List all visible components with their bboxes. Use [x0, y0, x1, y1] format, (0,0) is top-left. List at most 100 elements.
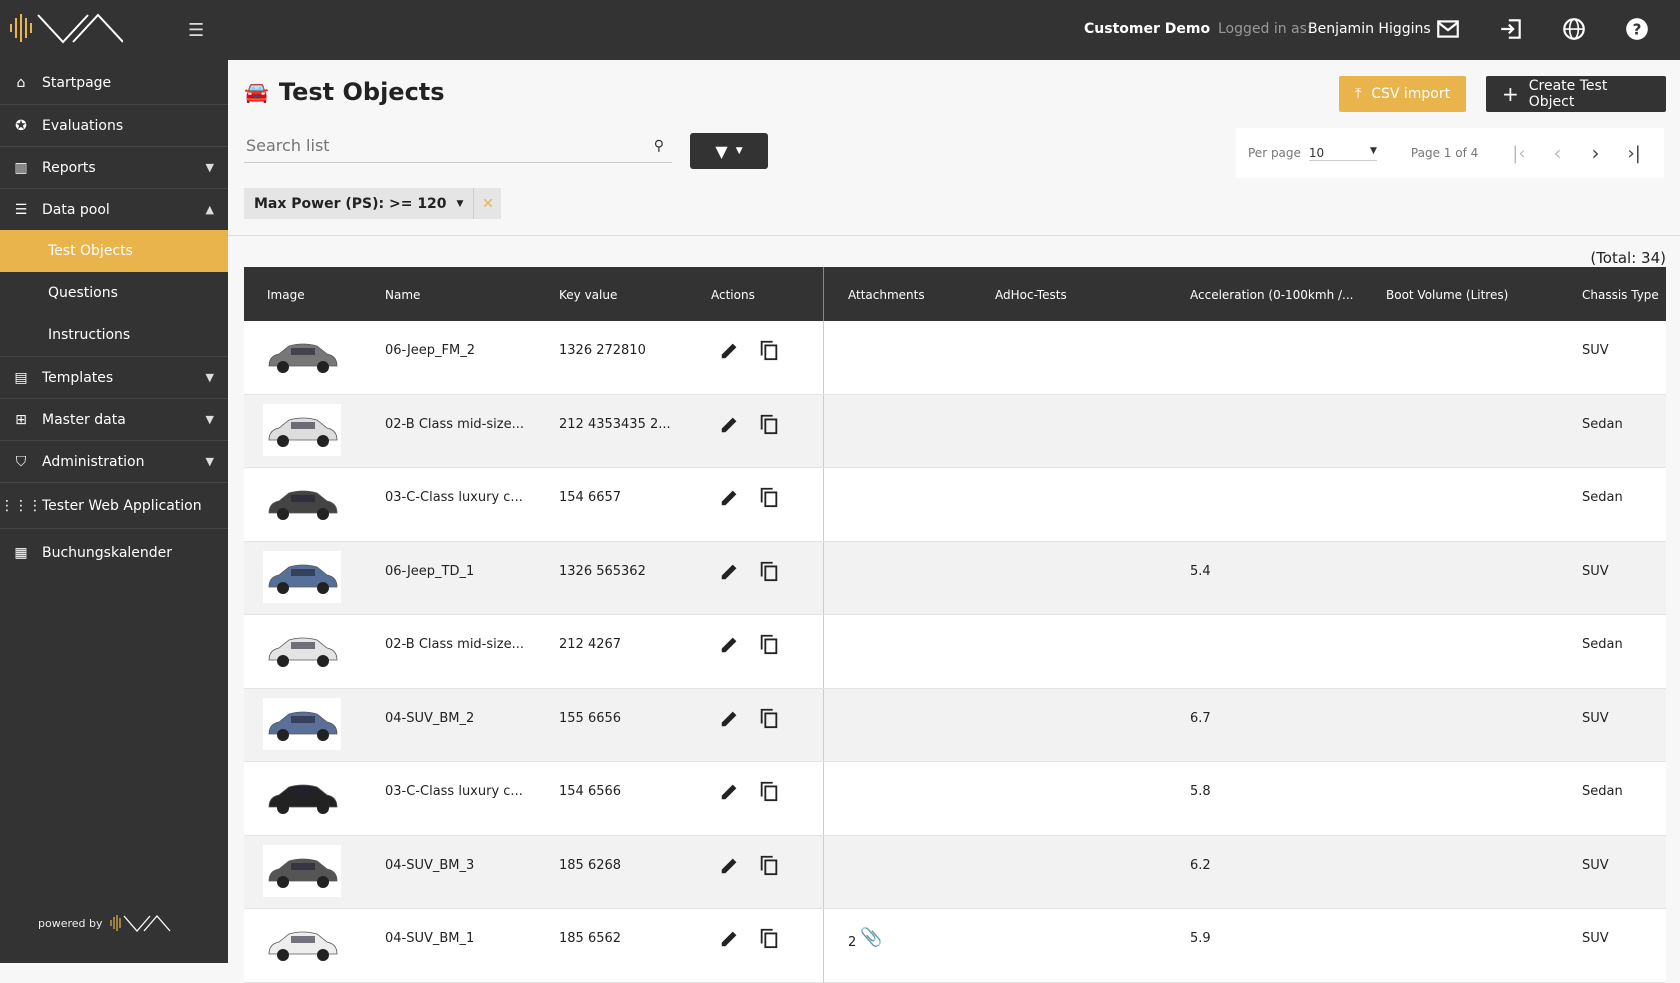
edit-icon[interactable]	[719, 413, 741, 435]
copy-icon[interactable]	[758, 560, 780, 582]
copy-icon[interactable]	[758, 927, 780, 949]
filter-button[interactable]: ▼ ▼	[690, 133, 768, 169]
first-page-icon[interactable]: |‹	[1512, 143, 1525, 164]
csv-import-button[interactable]: ⤒ CSV import	[1339, 76, 1467, 112]
sidebar-item-administration[interactable]: ⛉ Administration ▼	[0, 440, 228, 482]
sidebar-item-reports[interactable]: ▥ Reports ▼	[0, 146, 228, 188]
cell-name[interactable]: 02-B Class mid-size...	[385, 637, 524, 652]
sidebar-item-templates[interactable]: ▤ Templates ▼	[0, 356, 228, 398]
header-key-value[interactable]: Key value	[559, 288, 617, 302]
edit-icon[interactable]	[719, 927, 741, 949]
sidebar-item-data-pool[interactable]: ☰ Data pool ▲	[0, 188, 228, 230]
sidebar-subitem-instructions[interactable]: Instructions	[0, 314, 228, 356]
chevron-down-icon[interactable]: ▼	[457, 199, 474, 209]
cell-name[interactable]: 03-C-Class luxury c...	[385, 784, 523, 799]
prev-page-icon[interactable]: ‹	[1554, 141, 1562, 165]
copy-icon[interactable]	[758, 486, 780, 508]
header-attachments[interactable]: Attachments	[848, 288, 925, 302]
label: Startpage	[42, 75, 112, 91]
cell-name[interactable]: 04-SUV_BM_2	[385, 711, 474, 726]
chevron-down-icon: ▼	[205, 161, 214, 174]
cell-key-value: 154 6566	[559, 784, 622, 799]
cell-chassis-type: SUV	[1582, 563, 1609, 579]
test-objects-table: Image Name Key value Actions Attachments…	[244, 267, 1666, 983]
copy-icon[interactable]	[758, 854, 780, 876]
per-page-select[interactable]: 10 ▼	[1308, 146, 1377, 161]
header-boot-volume[interactable]: Boot Volume (Litres)	[1386, 288, 1508, 302]
label: Evaluations	[42, 117, 124, 134]
powered-by-logo	[109, 915, 170, 932]
copy-icon[interactable]	[758, 780, 780, 802]
logout-icon[interactable]	[1498, 16, 1524, 42]
copy-icon[interactable]	[758, 413, 780, 435]
create-test-object-button[interactable]: + Create Test Object	[1486, 76, 1666, 112]
edit-icon[interactable]	[719, 854, 741, 876]
sidebar-item-tester-web-application[interactable]: ⋮⋮⋮ Tester Web Application	[0, 482, 228, 528]
column-divider	[823, 394, 824, 467]
paperclip-icon[interactable]: 📎	[860, 927, 882, 948]
table-row[interactable]: 03-C-Class luxury c... 154 6566 5.8 Seda…	[244, 762, 1666, 836]
cell-chassis-type: Sedan	[1582, 637, 1623, 652]
table-row[interactable]: 03-C-Class luxury c... 154 6657 Sedan	[244, 468, 1666, 542]
table-row[interactable]: 04-SUV_BM_2 155 6656 6.7 SUV	[244, 688, 1666, 762]
edit-icon[interactable]	[719, 560, 741, 582]
edit-icon[interactable]	[719, 633, 741, 655]
page-title: 🚘 Test Objects	[244, 78, 445, 106]
car-image	[263, 403, 341, 456]
cell-name[interactable]: 04-SUV_BM_3	[385, 858, 474, 873]
last-page-icon[interactable]: ›|	[1628, 143, 1641, 164]
copy-icon[interactable]	[758, 339, 780, 361]
remove-filter-icon[interactable]: ✕	[473, 188, 501, 219]
collapse-sidebar-icon[interactable]: ☰	[188, 20, 204, 41]
next-page-icon[interactable]: ›	[1592, 141, 1600, 165]
header-adhoc-tests[interactable]: AdHoc-Tests	[995, 288, 1067, 302]
sidebar-subitem-test-objects[interactable]: Test Objects	[0, 230, 228, 272]
header-chassis-type[interactable]: Chassis Type	[1582, 288, 1659, 302]
mail-icon[interactable]	[1435, 16, 1461, 42]
sidebar-subitem-questions[interactable]: Questions	[0, 272, 228, 314]
powered-by-label: powered by	[38, 916, 103, 930]
cell-chassis-type: Sedan	[1582, 416, 1623, 432]
filter-chip[interactable]: Max Power (PS): >= 120 ▼ ✕	[244, 188, 502, 219]
cell-name[interactable]: 06-Jeep_TD_1	[385, 564, 474, 579]
powered-by: powered by	[38, 913, 171, 933]
car-image	[263, 550, 341, 603]
table-row[interactable]: 02-B Class mid-size... 212 4267 Sedan	[244, 615, 1666, 689]
table-row[interactable]: 04-SUV_BM_3 185 6268 6.2 SUV	[244, 835, 1666, 909]
page-title-text: Test Objects	[278, 78, 445, 106]
label: Administration	[42, 453, 145, 470]
user-name[interactable]: Benjamin Higgins	[1308, 21, 1431, 37]
search-input[interactable]	[246, 136, 636, 155]
cell-name[interactable]: 06-Jeep_FM_2	[385, 343, 475, 358]
header-name[interactable]: Name	[385, 288, 420, 302]
copy-icon[interactable]	[758, 707, 780, 729]
car-image	[263, 330, 341, 382]
sidebar-item-startpage[interactable]: ⌂ Startpage	[0, 62, 228, 104]
table-row[interactable]: 06-Jeep_FM_2 1326 272810 SUV	[244, 321, 1666, 395]
cell-name[interactable]: 03-C-Class luxury c...	[385, 490, 523, 505]
cell-key-value: 212 4267	[559, 637, 622, 652]
edit-icon[interactable]	[719, 707, 741, 729]
edit-icon[interactable]	[719, 780, 741, 802]
cell-chassis-type: Sedan	[1582, 490, 1623, 505]
table-row[interactable]: 02-B Class mid-size... 212 4353435 2... …	[244, 394, 1666, 468]
help-icon[interactable]: ?	[1624, 16, 1650, 42]
globe-icon[interactable]	[1561, 16, 1587, 42]
cell-chassis-type: SUV	[1582, 343, 1609, 358]
header-acceleration[interactable]: Acceleration (0-100kmh /...	[1190, 288, 1353, 302]
sidebar-item-buchungskalender[interactable]: ▦ Buchungskalender	[0, 528, 228, 576]
label: CSV import	[1371, 86, 1451, 102]
car-icon: 🚘	[244, 80, 269, 104]
cell-name[interactable]: 04-SUV_BM_1	[385, 931, 474, 946]
sidebar-item-evaluations[interactable]: ✪ Evaluations	[0, 104, 228, 146]
table-row[interactable]: 06-Jeep_TD_1 1326 565362 5.4 SUV	[244, 541, 1666, 615]
search-icon[interactable]: ⚲	[654, 138, 664, 154]
copy-icon[interactable]	[758, 633, 780, 655]
edit-icon[interactable]	[719, 339, 741, 361]
sidebar-item-master-data[interactable]: ⊞ Master data ▼	[0, 398, 228, 440]
cell-acceleration: 5.4	[1190, 563, 1211, 579]
table-row[interactable]: 04-SUV_BM_1 185 6562 2 📎 5.9 SUV	[244, 909, 1666, 983]
edit-icon[interactable]	[719, 486, 741, 508]
label: Buchungskalender	[42, 544, 173, 561]
cell-name[interactable]: 02-B Class mid-size...	[385, 417, 524, 432]
